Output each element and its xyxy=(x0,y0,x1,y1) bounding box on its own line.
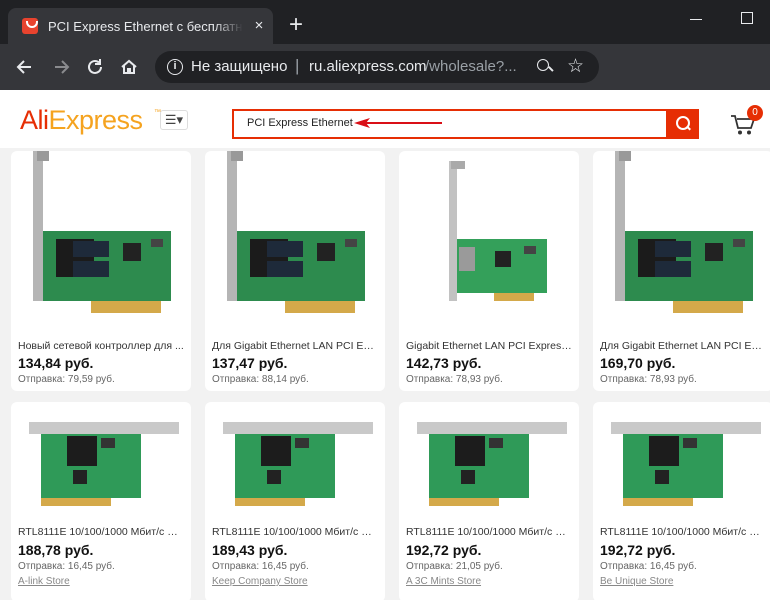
home-button[interactable] xyxy=(118,56,140,78)
product-card[interactable]: Для Gigabit Ethernet LAN PCI Expr... 169… xyxy=(593,151,770,391)
product-shipping: Отправка: 16,45 руб. xyxy=(212,561,309,572)
security-status: Не защищено xyxy=(191,58,288,75)
product-price: 192,72 руб. xyxy=(600,542,676,558)
product-card[interactable]: Для Gigabit Ethernet LAN PCI Expr... 137… xyxy=(205,151,385,391)
product-image[interactable] xyxy=(399,151,579,331)
product-image[interactable] xyxy=(205,151,385,331)
product-shipping: Отправка: 78,93 руб. xyxy=(406,374,503,385)
search-input[interactable]: PCI Express Ethernet xyxy=(232,109,668,139)
browser-titlebar: PCI Express Ethernet с бесплатной достав… xyxy=(0,0,770,44)
product-shipping: Отправка: 16,45 руб. xyxy=(600,561,697,572)
logo-ali-text: Ali xyxy=(20,105,49,135)
back-arrow-icon xyxy=(16,60,31,74)
new-tab-button[interactable]: + xyxy=(284,13,308,38)
home-icon xyxy=(121,59,137,74)
store-link[interactable]: Keep Company Store xyxy=(212,576,308,587)
cart-count-badge: 0 xyxy=(747,105,763,121)
product-price: 142,73 руб. xyxy=(406,355,482,371)
category-menu-button[interactable]: ☰▾ xyxy=(160,110,188,130)
zoom-icon[interactable] xyxy=(537,59,553,75)
product-shipping: Отправка: 88,14 руб. xyxy=(212,374,309,385)
site-header: AliExpress ™ ☰▾ PCI Express Ethernet 0 xyxy=(0,90,770,148)
product-title[interactable]: RTL8111E 10/100/1000 Мбит/с PCI... xyxy=(406,526,572,538)
product-image[interactable] xyxy=(593,402,770,522)
product-shipping: Отправка: 16,45 руб. xyxy=(18,561,115,572)
forward-arrow-icon xyxy=(55,60,70,74)
store-link[interactable]: A-link Store xyxy=(18,576,70,587)
product-price: 169,70 руб. xyxy=(600,355,676,371)
tab-close-icon[interactable]: × xyxy=(251,18,267,34)
aliexpress-favicon-icon xyxy=(22,18,38,34)
back-button[interactable] xyxy=(14,56,36,78)
logo-express-text: Express xyxy=(48,105,144,135)
reload-button[interactable] xyxy=(84,56,106,78)
bookmark-star-icon[interactable]: ☆ xyxy=(567,55,584,78)
product-image[interactable] xyxy=(205,402,385,522)
aliexpress-logo[interactable]: AliExpress xyxy=(20,105,143,136)
product-price: 188,78 руб. xyxy=(18,542,94,558)
product-price: 189,43 руб. xyxy=(212,542,288,558)
product-card[interactable]: RTL8111E 10/100/1000 Мбит/с PCI... 192,7… xyxy=(399,402,579,600)
product-shipping: Отправка: 79,59 руб. xyxy=(18,374,115,385)
product-shipping: Отправка: 21,05 руб. xyxy=(406,561,503,572)
product-title[interactable]: RTL8111E 10/100/1000 Мбит/с PCI... xyxy=(600,526,766,538)
product-title[interactable]: Для Gigabit Ethernet LAN PCI Expr... xyxy=(600,340,766,352)
product-card[interactable]: RTL8111E 10/100/1000 Мбит/с PCI... 189,4… xyxy=(205,402,385,600)
search-query-text: PCI Express Ethernet xyxy=(247,117,353,129)
product-image[interactable] xyxy=(11,402,191,522)
store-link[interactable]: A 3C Mints Store xyxy=(406,576,481,587)
browser-tab[interactable]: PCI Express Ethernet с бесплатной достав… xyxy=(8,8,273,44)
product-price: 192,72 руб. xyxy=(406,542,482,558)
search-button[interactable] xyxy=(666,109,699,139)
product-price: 137,47 руб. xyxy=(212,355,288,371)
product-card[interactable]: RTL8111E 10/100/1000 Мбит/с PCI... 188,7… xyxy=(11,402,191,600)
maximize-window-button[interactable] xyxy=(741,12,753,24)
product-title[interactable]: Для Gigabit Ethernet LAN PCI Expr... xyxy=(212,340,378,352)
forward-button[interactable] xyxy=(50,56,72,78)
url-path: /wholesale?... xyxy=(425,58,517,75)
product-image[interactable] xyxy=(11,151,191,331)
info-icon[interactable]: i xyxy=(167,59,183,75)
product-title[interactable]: RTL8111E 10/100/1000 Мбит/с PCI... xyxy=(212,526,378,538)
product-image[interactable] xyxy=(593,151,770,331)
product-shipping: Отправка: 78,93 руб. xyxy=(600,374,697,385)
product-price: 134,84 руб. xyxy=(18,355,94,371)
product-card[interactable]: RTL8111E 10/100/1000 Мбит/с PCI... 192,7… xyxy=(593,402,770,600)
product-title[interactable]: RTL8111E 10/100/1000 Мбит/с PCI... xyxy=(18,526,184,538)
tab-title: PCI Express Ethernet с бесплатной достав… xyxy=(48,19,243,34)
page-content: AliExpress ™ ☰▾ PCI Express Ethernet 0 Н… xyxy=(0,90,770,600)
product-title[interactable]: Gigabit Ethernet LAN PCI Express ... xyxy=(406,340,572,352)
product-card[interactable]: Новый сетевой контроллер для ... 134,84 … xyxy=(11,151,191,391)
product-image[interactable] xyxy=(399,402,579,522)
minimize-window-button[interactable] xyxy=(690,12,704,26)
url-host: ru.aliexpress.com xyxy=(309,58,427,75)
product-card[interactable]: Gigabit Ethernet LAN PCI Express ... 142… xyxy=(399,151,579,391)
address-bar[interactable]: i Не защищено | ru.aliexpress.com /whole… xyxy=(155,51,599,83)
product-title[interactable]: Новый сетевой контроллер для ... xyxy=(18,340,184,352)
store-link[interactable]: Be Unique Store xyxy=(600,576,673,587)
browser-toolbar: i Не защищено | ru.aliexpress.com /whole… xyxy=(0,44,770,90)
red-arrow-annotation xyxy=(354,118,442,128)
url-separator: | xyxy=(295,56,300,75)
reload-icon xyxy=(88,59,102,74)
